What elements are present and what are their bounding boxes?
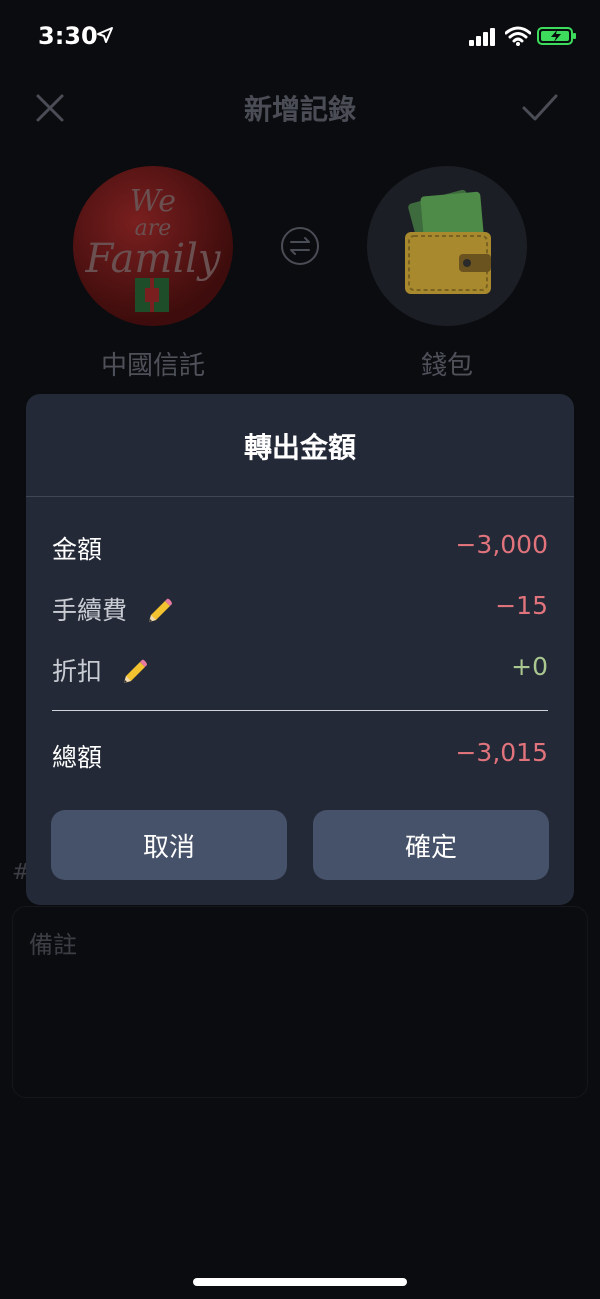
discount-row[interactable]: 折扣 +0: [52, 648, 548, 688]
cancel-button[interactable]: 取消: [51, 810, 287, 880]
modal-title: 轉出金額: [243, 431, 356, 464]
amount-value: −3,000: [455, 530, 548, 559]
logo-text-family: Family: [85, 236, 221, 282]
home-indicator[interactable]: [193, 1278, 407, 1286]
confirm-button[interactable]: 確定: [313, 810, 549, 880]
page-title: 新增記錄: [243, 93, 356, 126]
check-icon[interactable]: [518, 88, 562, 128]
wallet-icon: [405, 189, 491, 294]
total-label: 總額: [52, 743, 103, 772]
from-account-label: 中國信託: [100, 351, 205, 381]
fee-value: −15: [495, 591, 548, 620]
pencil-icon[interactable]: [143, 596, 175, 628]
to-account-avatar[interactable]: [367, 166, 527, 326]
wifi-icon: [505, 26, 531, 46]
status-bar: 3:30: [0, 0, 600, 70]
logo-text-we: We: [129, 184, 177, 219]
memo-placeholder: 備註: [29, 931, 77, 959]
from-account-avatar[interactable]: We are Family: [73, 166, 233, 326]
amount-label: 金額: [52, 535, 103, 564]
modal-divider: [26, 496, 574, 497]
to-account-label: 錢包: [420, 351, 473, 381]
status-time: 3:30: [38, 22, 98, 50]
discount-value: +0: [511, 652, 548, 681]
fee-row[interactable]: 手續費 −15: [52, 587, 548, 627]
total-divider: [52, 710, 548, 711]
total-row: 總額 −3,015: [52, 734, 548, 774]
bank-logo-icon: [135, 278, 169, 312]
discount-label: 折扣: [52, 657, 103, 686]
swap-icon[interactable]: [280, 226, 320, 266]
location-arrow-icon: [97, 27, 113, 43]
discount-label-wrap: 折扣: [52, 652, 150, 689]
total-value: −3,015: [455, 738, 548, 767]
transfer-amount-modal: 轉出金額 金額 −3,000 手續費 −15 折扣 +0 總額 −3,015 取…: [26, 394, 574, 905]
signal-icon: [469, 28, 495, 46]
nav-bar: 新增記錄: [0, 70, 600, 140]
battery-icon: [537, 27, 576, 45]
amount-row: 金額 −3,000: [52, 526, 548, 566]
fee-label-wrap: 手續費: [52, 591, 175, 628]
memo-field[interactable]: 備註: [12, 906, 588, 1098]
pencil-icon[interactable]: [118, 657, 150, 689]
fee-label: 手續費: [52, 596, 128, 625]
